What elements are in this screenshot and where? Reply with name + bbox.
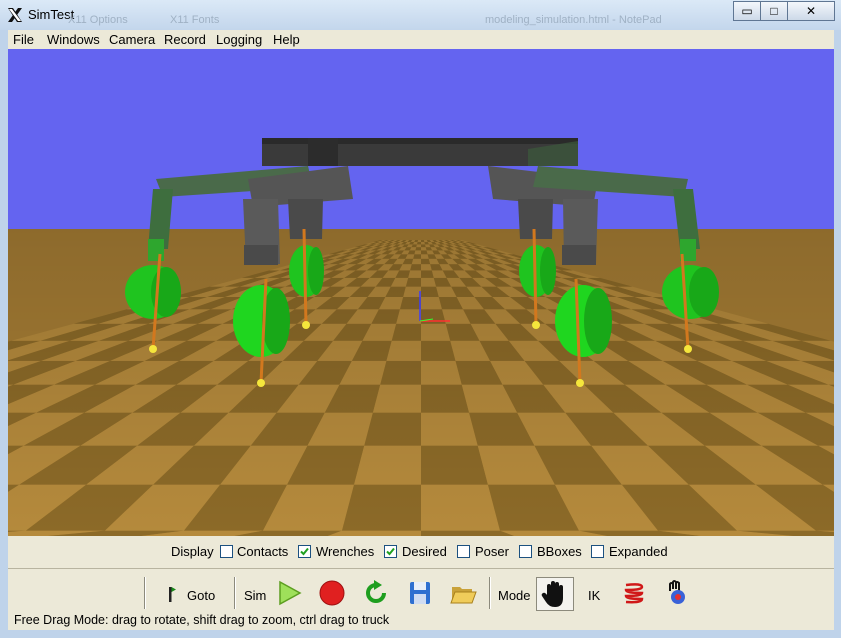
- reset-icon[interactable]: [362, 579, 390, 607]
- menu-file[interactable]: File: [13, 32, 34, 47]
- record-icon[interactable]: [318, 579, 346, 607]
- contacts-label: Contacts: [237, 544, 289, 559]
- separator: [144, 577, 146, 609]
- menu-bar: File Windows Camera Record Logging Help: [8, 30, 834, 50]
- poser-icon[interactable]: [664, 579, 692, 607]
- open-folder-icon[interactable]: [449, 579, 477, 607]
- simulation-viewport[interactable]: [8, 49, 834, 536]
- title-bar[interactable]: SimTest X11 Options X11 Fonts modeling_s…: [0, 0, 841, 30]
- play-icon[interactable]: [275, 579, 303, 607]
- bboxes-checkbox[interactable]: [519, 545, 532, 558]
- status-text: Free Drag Mode: drag to rotate, shift dr…: [14, 613, 390, 627]
- display-options-bar: Display Contacts Wrenches Desired Poser …: [8, 537, 834, 565]
- client-area: File Windows Camera Record Logging Help: [8, 30, 834, 630]
- display-label: Display: [171, 544, 214, 559]
- poser-label: Poser: [475, 544, 509, 559]
- menu-record[interactable]: Record: [164, 32, 206, 47]
- menu-windows[interactable]: Windows: [47, 32, 100, 47]
- maximize-button[interactable]: □: [760, 1, 788, 21]
- close-icon: ✕: [805, 4, 817, 18]
- checkmark-icon: [386, 547, 395, 556]
- separator: [234, 577, 236, 609]
- desired-checkbox[interactable]: [384, 545, 397, 558]
- spring-icon[interactable]: [620, 579, 648, 607]
- sim-toolbar: Goto Sim Mode IK: [8, 568, 834, 615]
- minimize-button[interactable]: ▭: [733, 1, 761, 21]
- robot-body: [262, 138, 578, 166]
- wrenches-label: Wrenches: [316, 544, 375, 559]
- maximize-icon: □: [770, 4, 778, 18]
- flag-icon: [169, 587, 176, 602]
- x11-app-icon: [8, 8, 22, 22]
- menu-camera[interactable]: Camera: [109, 32, 155, 47]
- save-icon[interactable]: [406, 579, 434, 607]
- goto-label: Goto: [187, 588, 216, 603]
- goto-button[interactable]: Goto: [160, 577, 220, 609]
- contacts-checkbox[interactable]: [220, 545, 233, 558]
- status-bar: Free Drag Mode: drag to rotate, shift dr…: [8, 613, 834, 630]
- sim-label: Sim: [244, 588, 267, 603]
- background-title-3: modeling_simulation.html - NotePad: [485, 14, 662, 26]
- checkmark-icon: [300, 547, 309, 556]
- poser-checkbox[interactable]: [457, 545, 470, 558]
- ik-label[interactable]: IK: [588, 588, 600, 603]
- desired-label: Desired: [402, 544, 447, 559]
- mode-label: Mode: [498, 588, 531, 603]
- menu-logging[interactable]: Logging: [216, 32, 262, 47]
- background-title-1: X11 Options: [68, 14, 128, 26]
- menu-help[interactable]: Help: [273, 32, 300, 47]
- close-button[interactable]: ✕: [787, 1, 835, 21]
- minimize-icon: ▭: [741, 4, 753, 18]
- expanded-label: Expanded: [609, 544, 668, 559]
- wrenches-checkbox[interactable]: [298, 545, 311, 558]
- bboxes-label: BBoxes: [537, 544, 582, 559]
- background-title-2: X11 Fonts: [170, 14, 220, 26]
- free-drag-mode-button[interactable]: [536, 577, 574, 611]
- expanded-checkbox[interactable]: [591, 545, 604, 558]
- separator: [489, 577, 491, 609]
- hand-icon: [541, 581, 563, 607]
